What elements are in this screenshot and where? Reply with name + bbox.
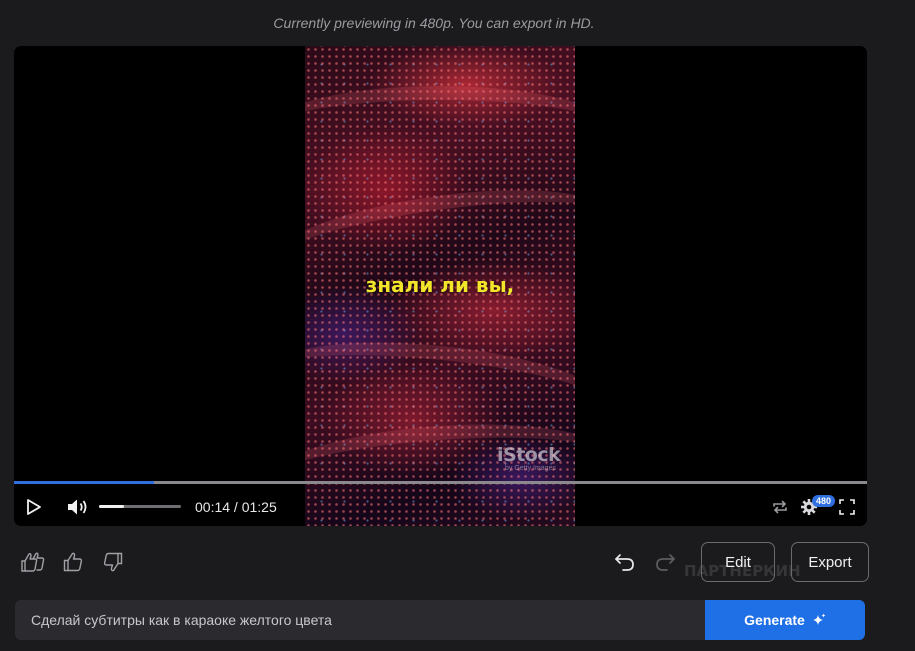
stock-watermark: iStock [497,444,561,466]
player-controls: 00:14 / 01:25 480 [14,494,867,522]
mute-button[interactable] [66,497,90,517]
stock-watermark-sub: by Getty Images [505,465,556,472]
edit-button[interactable]: Edit [701,542,775,582]
fullscreen-button[interactable] [837,497,857,517]
video-frame[interactable]: знали ли вы, iStock by Getty Images [305,46,575,526]
double-thumbs-up-icon [21,552,45,572]
export-button[interactable]: Export [791,542,869,582]
thumbs-up-icon [63,552,83,572]
dislike-button[interactable] [102,550,124,574]
prompt-input[interactable] [15,600,705,640]
loop-button[interactable] [770,498,790,516]
fullscreen-icon [839,499,855,515]
undo-button[interactable] [613,550,637,574]
time-separator: / [230,499,242,515]
generate-button[interactable]: Generate [705,600,865,640]
preview-notice: Currently previewing in 480p. You can ex… [273,15,595,31]
progress-bar[interactable] [14,481,867,484]
volume-slider[interactable] [99,505,181,508]
current-time: 00:14 [195,499,231,515]
duration: 01:25 [241,499,277,515]
sparkle-icon [812,613,826,625]
subtitle-text: знали ли вы, [365,273,515,297]
redo-icon [656,554,675,571]
generate-label: Generate [744,612,805,628]
like-button[interactable] [62,550,84,574]
super-like-button[interactable] [20,550,46,574]
resolution-badge: 480 [812,495,836,507]
video-player[interactable]: знали ли вы, iStock by Getty Images 00:1… [14,46,867,526]
video-wave [305,86,575,176]
progress-fill [14,481,154,484]
undo-icon [615,554,634,571]
time-display: 00:14 / 01:25 [195,499,277,515]
volume-level [99,505,124,508]
redo-button[interactable] [653,550,677,574]
volume-icon [68,499,87,515]
prompt-bar: Generate [15,600,865,640]
loop-icon [773,500,787,514]
play-icon [27,499,41,515]
play-button[interactable] [26,498,42,516]
thumbs-down-icon [103,552,123,572]
